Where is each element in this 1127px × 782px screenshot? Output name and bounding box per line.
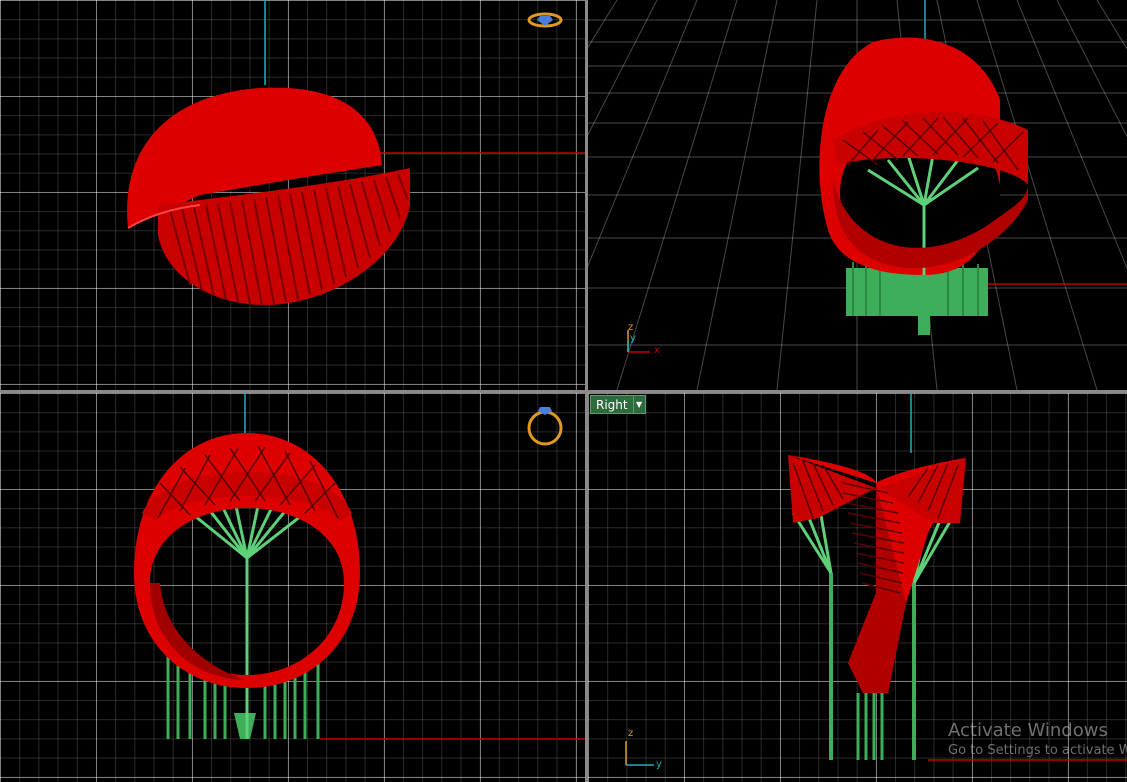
viewport-title-label: Right	[596, 397, 628, 412]
axis-label-y: y	[630, 333, 636, 344]
viewport-right[interactable]: Right ▼ z y	[588, 393, 1127, 782]
ring-model-right	[788, 455, 966, 760]
front-scene	[134, 393, 585, 740]
ring-gem-icon	[527, 407, 563, 446]
viewport-front[interactable]	[0, 393, 585, 782]
axis-label-z: z	[628, 322, 634, 333]
top-scene	[127, 0, 585, 306]
axis-label-z: z	[628, 728, 634, 739]
ring-model-front	[134, 433, 360, 739]
axis-label-x: x	[654, 345, 660, 356]
viewport-splitter-horizontal[interactable]	[0, 390, 1127, 393]
viewport-perspective[interactable]: z y x	[588, 0, 1127, 390]
right-scene	[625, 393, 1127, 766]
dropdown-arrow-icon[interactable]: ▼	[632, 396, 645, 413]
ring-gem-icon	[527, 12, 563, 28]
axis-gizmo-right	[625, 741, 654, 766]
ring-model-top	[127, 87, 410, 306]
viewport-top[interactable]	[0, 0, 585, 390]
viewport-title-tab[interactable]: Right ▼	[590, 395, 646, 414]
perspective-scene	[588, 0, 1127, 390]
axis-label-y: y	[656, 759, 662, 770]
